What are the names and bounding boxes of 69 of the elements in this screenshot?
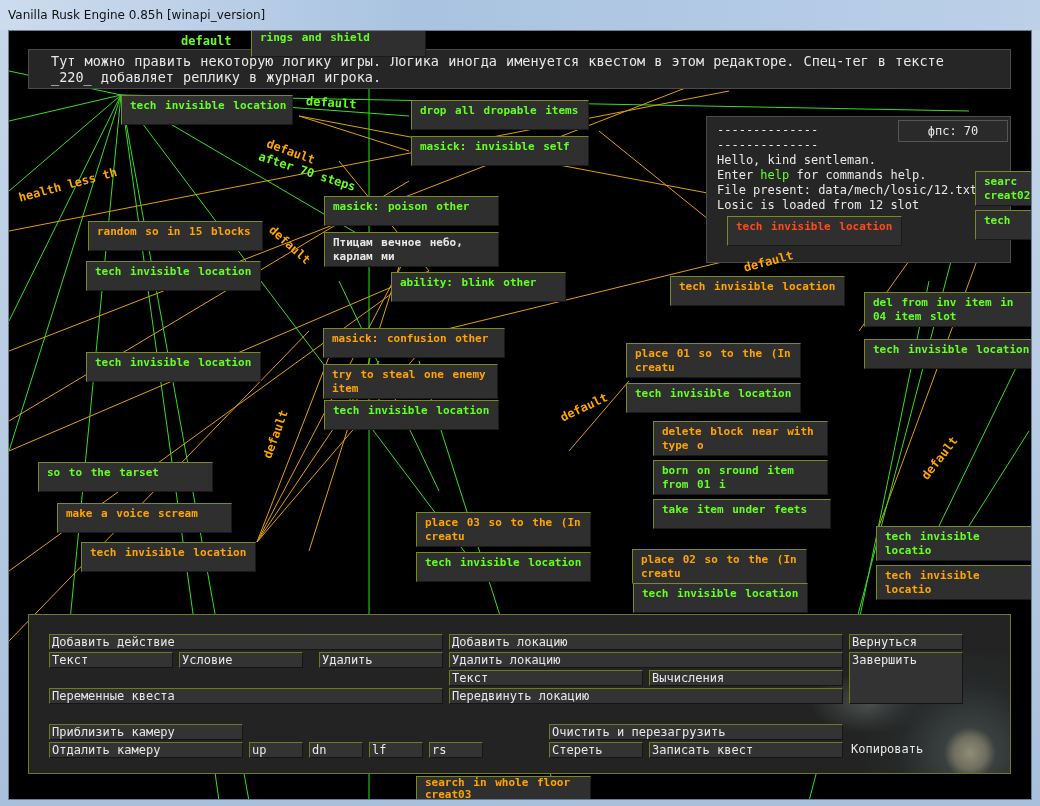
logic-node[interactable]: take item under feets (653, 499, 831, 529)
panel-button[interactable]: Отдалить камеру (49, 742, 243, 758)
panel-button[interactable]: Завершить (849, 652, 963, 704)
logic-node[interactable]: del from inv item in 04 item slot (864, 292, 1031, 327)
panel-button[interactable]: up (249, 742, 303, 758)
logic-node[interactable]: tech invisible location (626, 383, 801, 413)
logic-node[interactable]: tech invisible location (86, 352, 261, 382)
copy-button[interactable]: Копировать (849, 742, 963, 758)
logic-node[interactable]: place 01 so to the (In creatu (626, 343, 801, 378)
panel-button[interactable]: Очистить и перезагрузить (549, 724, 843, 740)
logic-node[interactable]: try to steal one enemy item (323, 364, 498, 399)
panel-button[interactable]: Добавить действие (49, 634, 443, 650)
panel-button[interactable]: Приблизить камеру (49, 724, 243, 740)
edge-label: health less th (17, 165, 119, 205)
fps-counter: фпс: 70 (898, 120, 1008, 142)
window-title: Vanilla Rusk Engine 0.85h [winapi_version] (8, 8, 266, 22)
panel-button[interactable]: Вычисления (649, 670, 843, 686)
logic-node[interactable]: place 03 so to the (In creatu (416, 512, 591, 547)
panel-button[interactable]: Удалить локацию (449, 652, 843, 668)
logic-node[interactable]: tech invisible location (727, 216, 902, 246)
logic-node[interactable]: tech invisible location (670, 276, 845, 306)
logic-node[interactable]: rings and shield (251, 31, 426, 57)
panel-button[interactable]: Текст (449, 670, 643, 686)
panel-button[interactable]: Условие (179, 652, 303, 668)
edge-label: default (181, 34, 232, 48)
logic-node[interactable]: tech invisible locatio (876, 526, 1031, 561)
panel-button[interactable]: Передвинуть локацию (449, 688, 843, 704)
logic-node[interactable]: place 02 so to the (In creatu (632, 549, 807, 584)
panel-button[interactable]: Текст (49, 652, 173, 668)
panel-button[interactable]: Удалить (319, 652, 443, 668)
logic-node[interactable]: tech invisible location (86, 261, 261, 291)
console-text: -------------- (717, 138, 819, 152)
logic-node[interactable]: tech invisible location (324, 400, 499, 430)
logic-node[interactable]: tech (975, 210, 1031, 240)
logic-node[interactable]: delete block near with type o (653, 421, 828, 456)
logic-node[interactable]: masick: poison other (324, 196, 499, 226)
panel-button[interactable]: Добавить локацию (449, 634, 843, 650)
console-text: File present: data/mech/losic/12.txt (717, 183, 978, 197)
command-link[interactable]: help (760, 168, 790, 182)
logic-node[interactable]: masick: confusion other (323, 328, 505, 358)
panel-button[interactable]: Стереть (549, 742, 643, 758)
logic-node[interactable]: tech invisible location (81, 542, 256, 572)
logic-node[interactable]: random so in 15 blocks (88, 221, 263, 251)
logic-node[interactable]: tech invisible location (633, 583, 808, 613)
console-text: Losic is loaded from 12 slot (717, 198, 920, 212)
logic-node[interactable]: masick: invisible self (411, 136, 589, 166)
logic-node[interactable]: search in whole floor creat03 (416, 776, 591, 799)
logic-node[interactable]: make a voice scream (57, 503, 232, 533)
logic-node[interactable]: ability: blink other (391, 272, 566, 302)
logic-node[interactable]: Птицам вечное небо, карлам ми (324, 232, 499, 267)
panel-button[interactable]: Переменные квеста (49, 688, 443, 704)
logic-node[interactable]: so to the tarset (38, 462, 213, 492)
logic-node[interactable]: tech invisible location (121, 95, 293, 125)
logic-node[interactable]: drop all dropable items (411, 100, 589, 130)
panel-button[interactable]: dn (309, 742, 363, 758)
panel-button[interactable]: Записать квест (649, 742, 843, 758)
panel-button[interactable]: Вернуться (849, 634, 963, 650)
edge-label: default (305, 94, 357, 112)
console-text: Hello, kind sentleman. (717, 153, 876, 167)
logic-node[interactable]: tech invisible locatio (876, 565, 1031, 600)
panel-button[interactable]: lf (369, 742, 423, 758)
logic-node[interactable]: tech invisible location (864, 339, 1031, 369)
console-text: Enter (717, 168, 755, 182)
panel-button[interactable]: rs (429, 742, 483, 758)
logic-node[interactable]: born on sround item from 01 i (653, 460, 828, 495)
logic-node[interactable]: searc creat02 (975, 171, 1031, 206)
console-text: for commands help. (795, 168, 927, 182)
console-text: -------------- (717, 123, 819, 137)
logic-node[interactable]: tech invisible location (416, 552, 591, 582)
